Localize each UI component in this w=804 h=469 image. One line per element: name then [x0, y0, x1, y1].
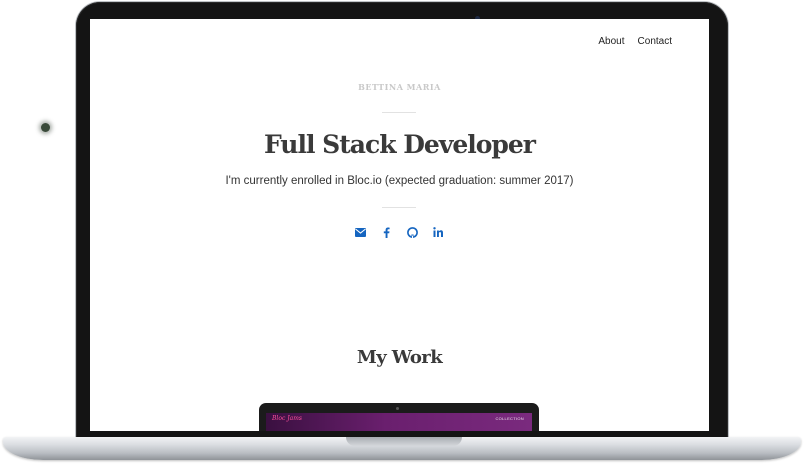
preview-nav-label: COLLECTION [495, 416, 524, 421]
github-icon[interactable] [406, 226, 418, 238]
project-preview-laptop[interactable]: Bloc Jams COLLECTION [259, 403, 539, 431]
facebook-icon[interactable] [380, 226, 392, 238]
laptop-base [3, 437, 801, 460]
divider [382, 112, 416, 113]
hero-title: Full Stack Developer [264, 130, 536, 159]
hero-subtitle: I'm currently enrolled in Bloc.io (expec… [225, 175, 574, 187]
top-nav: About Contact [598, 36, 672, 47]
social-links [354, 226, 444, 238]
camera-dot [396, 407, 399, 410]
laptop-screen: About Contact BETTINA MARIA Full Stack D… [90, 19, 709, 431]
background-dot [41, 123, 50, 132]
envelope-icon[interactable] [354, 226, 366, 238]
section-title-my-work: My Work [356, 347, 443, 368]
laptop-notch [346, 437, 462, 446]
site-brand: BETTINA MARIA [358, 82, 441, 92]
linkedin-icon[interactable] [432, 226, 444, 238]
preview-logo: Bloc Jams [272, 415, 302, 422]
project-preview-screen: Bloc Jams COLLECTION [266, 413, 532, 431]
divider [382, 207, 416, 208]
nav-contact-link[interactable]: Contact [638, 36, 672, 47]
nav-about-link[interactable]: About [598, 36, 624, 47]
